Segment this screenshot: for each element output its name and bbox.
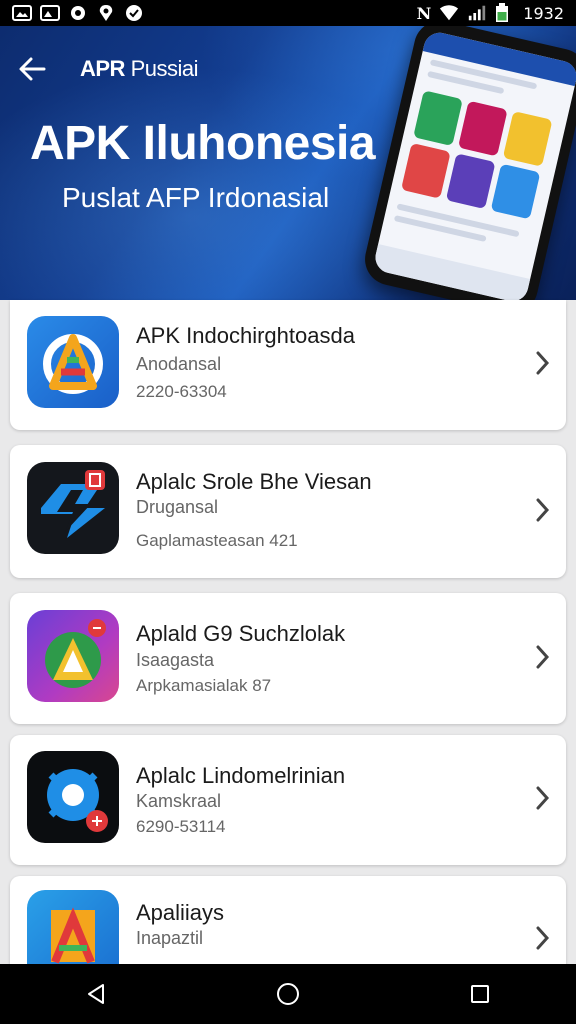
app-meta: Gaplamasteasan 421 bbox=[136, 531, 298, 550]
app-category: Kamskraal bbox=[136, 791, 222, 811]
header-banner: APR Pussiai APK Iluhonesia Puslat AFP Ir… bbox=[0, 26, 576, 300]
app-title: Aplalc Lindomelrinian bbox=[136, 763, 346, 788]
chevron-right-icon bbox=[536, 498, 550, 522]
home-circle-icon bbox=[277, 983, 299, 1005]
app-title: Aplalc Srole Bhe Viesan bbox=[136, 469, 372, 494]
chevron-right-icon bbox=[536, 351, 550, 375]
wifi-icon bbox=[440, 5, 459, 21]
nav-home-button[interactable] bbox=[268, 974, 308, 1014]
list-item[interactable]: Aplald G9 Suchzlolak Isaagasta Arpkamasi… bbox=[10, 593, 566, 724]
location-notification-icon bbox=[99, 5, 113, 21]
arrow-left-icon[interactable] bbox=[14, 54, 50, 84]
nav-recents-button[interactable] bbox=[460, 974, 500, 1014]
app-icon bbox=[27, 462, 119, 554]
sync-notification-icon bbox=[71, 6, 85, 20]
list-item[interactable]: Aplalc Lindomelrinian Kamskraal 6290-531… bbox=[10, 735, 566, 865]
app-title: Aplald G9 Suchzlolak bbox=[136, 621, 346, 646]
gallery-notification-icon bbox=[40, 5, 60, 21]
app-icon bbox=[27, 610, 119, 702]
battery-icon bbox=[496, 3, 509, 22]
page-subtitle: Puslat AFP Irdonasial bbox=[62, 182, 330, 213]
back-triangle-icon bbox=[88, 984, 104, 1004]
app-icon bbox=[27, 751, 119, 843]
clock: 1932 bbox=[523, 3, 564, 23]
list-item[interactable]: Apaliiays Inapaztil bbox=[10, 876, 566, 982]
chat-notification-icon bbox=[126, 5, 142, 21]
app-title: APK Indochirghtoasda bbox=[136, 323, 355, 348]
chevron-right-icon bbox=[536, 786, 550, 810]
brand-name: APR Pussiai bbox=[80, 56, 199, 81]
recents-square-icon bbox=[471, 985, 489, 1003]
nfc-icon: N bbox=[416, 3, 432, 23]
app-category: Anodansal bbox=[136, 354, 222, 374]
list-item[interactable]: Aplalc Srole Bhe Viesan Drugansal Gaplam… bbox=[10, 445, 566, 578]
status-bar: N 1932 bbox=[0, 0, 576, 26]
nav-back-button[interactable] bbox=[76, 974, 116, 1014]
app-meta: 6290-53114 bbox=[136, 817, 226, 836]
app-meta: 2220-63304 bbox=[136, 382, 227, 401]
app-title: Apaliiays bbox=[136, 900, 225, 925]
page-title: APK Iluhonesia bbox=[30, 117, 376, 170]
app-category: Inapaztil bbox=[136, 928, 204, 948]
signal-icon bbox=[469, 5, 486, 21]
app-icon bbox=[27, 316, 119, 408]
system-navigation-bar bbox=[0, 964, 576, 1024]
chevron-right-icon bbox=[536, 645, 550, 669]
image-notification-icon bbox=[12, 5, 32, 21]
chevron-right-icon bbox=[536, 926, 550, 950]
app-category: Drugansal bbox=[136, 497, 219, 517]
app-meta: Arpkamasialak 87 bbox=[136, 676, 272, 695]
list-item[interactable]: APK Indochirghtoasda Anodansal 2220-6330… bbox=[10, 300, 566, 430]
app-category: Isaagasta bbox=[136, 650, 215, 670]
